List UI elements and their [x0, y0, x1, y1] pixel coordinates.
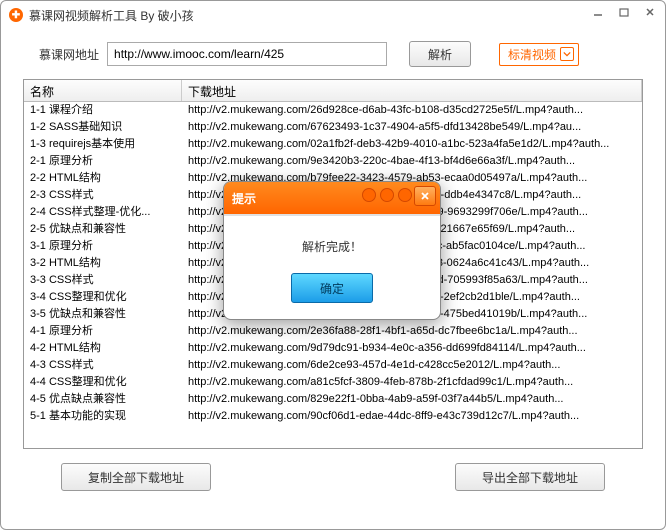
app-window: ✚ 慕课网视频解析工具 By 破小孩 慕课网地址 解析 标清视频 名称 下载地址… — [0, 0, 666, 530]
dot-icon — [362, 188, 376, 202]
dialog-close-button[interactable] — [414, 186, 436, 206]
dialog-body: 解析完成！ 确定 — [224, 214, 440, 319]
dialog-titlebar: 提示 — [224, 182, 440, 214]
dialog-decoration — [362, 188, 412, 202]
dialog-ok-button[interactable]: 确定 — [291, 273, 373, 303]
dialog-overlay: 提示 解析完成！ 确定 — [1, 1, 665, 529]
dialog-message: 解析完成！ — [236, 238, 428, 255]
dot-icon — [380, 188, 394, 202]
alert-dialog: 提示 解析完成！ 确定 — [223, 181, 441, 320]
dot-icon — [398, 188, 412, 202]
dialog-title: 提示 — [232, 190, 256, 207]
